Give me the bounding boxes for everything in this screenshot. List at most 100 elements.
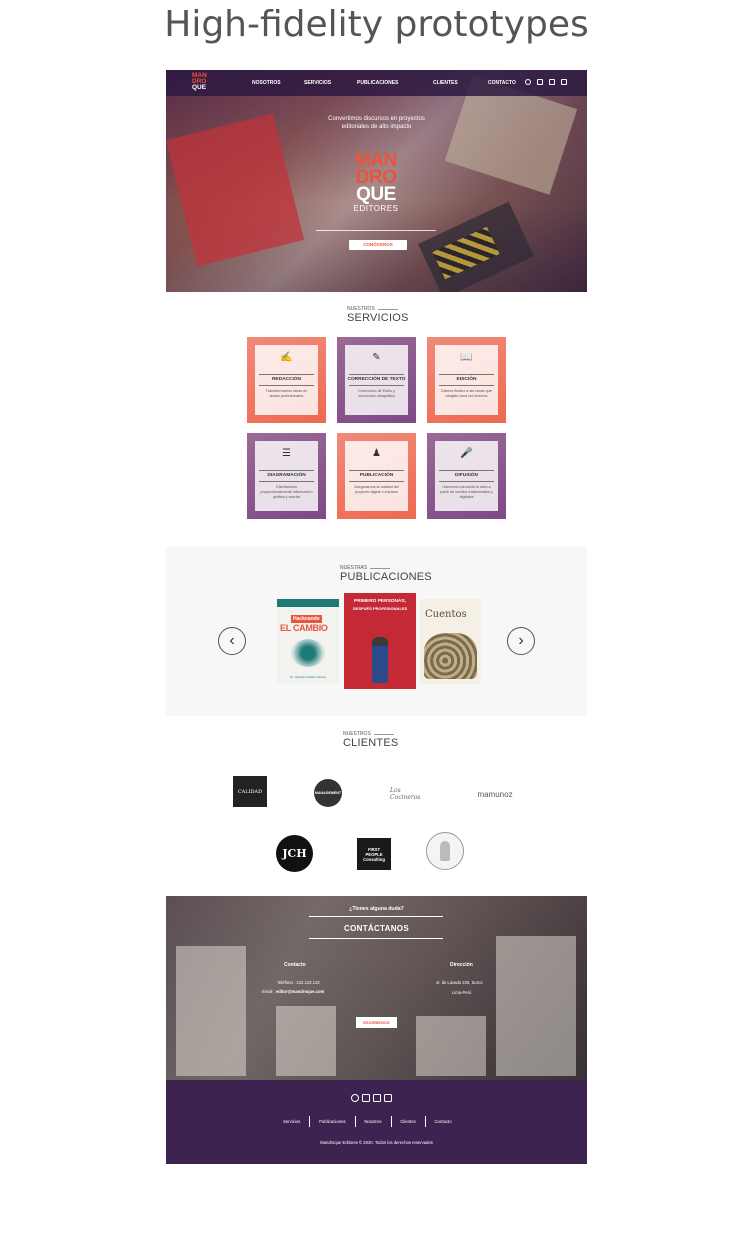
footer-link-clientes[interactable]: Clientes (391, 1119, 425, 1124)
contact-question: ¿Tienes alguna duda? (349, 906, 404, 912)
divider (259, 374, 314, 375)
footer-copyright: Mandroque Editores © 2020. Todos los der… (320, 1140, 433, 1145)
book-title-top: Cuentos (425, 609, 467, 620)
facebook-icon[interactable] (537, 79, 543, 85)
divider (439, 374, 494, 375)
nav-item-contacto[interactable]: CONTACTO (488, 80, 516, 86)
person-silhouette-icon (440, 841, 450, 861)
divider (349, 481, 404, 482)
page-title: High-fidelity prototypes (164, 4, 589, 45)
linkedin-icon[interactable] (384, 1094, 392, 1102)
hero-tagline-line: editoriales de alto impacto (341, 124, 412, 130)
client-logo-calidad: CALIDAD (233, 776, 267, 807)
hero-tagline: Convertimos discursos en proyectos edito… (166, 115, 587, 131)
chevron-right-icon: › (518, 632, 524, 649)
service-name: DIAGRAMACIÓN (267, 473, 306, 478)
divider (259, 385, 314, 386)
nav-item-clientes[interactable]: CLIENTES (433, 80, 488, 86)
conocenos-button[interactable]: CONÓCENOS (349, 240, 407, 250)
service-name: EDICIÓN (456, 377, 477, 382)
book-cover-art (424, 633, 477, 679)
client-logo-cocineros: Los Cocineros (390, 782, 430, 806)
contact-phone: Teléfono : 123 123 123 (277, 980, 320, 985)
carousel-next-button[interactable]: › (507, 627, 535, 655)
contact-email-link[interactable]: editor@mandroque.com (276, 989, 324, 994)
client-logo-management: MANAGEMENT (309, 778, 347, 808)
divider (439, 470, 494, 471)
client-logo-text: Los Cocineros (390, 787, 421, 801)
contact-address-line: Lima-Perú (452, 990, 472, 995)
services-heading: NUESTROS SERVICIOS (347, 306, 447, 324)
footer-link-servicios[interactable]: Servicios (274, 1119, 309, 1124)
divider (349, 385, 404, 386)
service-desc: Aseguramos la calidad del proyecto digit… (354, 485, 399, 494)
contact-col-heading: Dirección (450, 962, 473, 968)
contact-divider-bottom (309, 938, 443, 939)
carousel-prev-button[interactable]: ‹ (218, 627, 246, 655)
book-cover-cuentos[interactable]: Cuentos (420, 599, 481, 684)
nav-item-nosotros[interactable]: NOSOTROS (252, 80, 304, 86)
nav-item-publicaciones[interactable]: PUBLICACIONES (357, 80, 433, 86)
service-desc: Corrección de Estilo y corrección ortogr… (358, 389, 395, 398)
footer-link-nosotros[interactable]: Nosotros (355, 1119, 390, 1124)
service-name: DIFUSIÓN (455, 473, 478, 478)
linkedin-icon[interactable] (561, 79, 567, 85)
book-cover-figure (372, 637, 388, 683)
publications-heading: NUESTRAS PUBLICACIONES (340, 565, 460, 583)
service-name: PUBLICACIÓN (359, 473, 394, 478)
service-card-inner: 📖 EDICIÓN Damos fluidez a las ideas que … (435, 345, 498, 415)
service-card-inner: ♟ PUBLICACIÓN Aseguramos la calidad del … (345, 441, 408, 511)
escribenos-button[interactable]: ESCRÍBENOS (356, 1017, 397, 1028)
contact-address-line: Jr. de Lavado 225, Surco (436, 980, 483, 985)
facebook-icon[interactable] (362, 1094, 370, 1102)
service-card-correccion[interactable]: ✎ CORRECCIÓN DE TEXTO Corrección de Esti… (337, 337, 416, 423)
instagram-icon[interactable] (549, 79, 555, 85)
service-card-inner: ✎ CORRECCIÓN DE TEXTO Corrección de Esti… (345, 345, 408, 415)
book-title-top: Hackeando (291, 615, 322, 623)
divider (349, 374, 404, 375)
hero-logo: MAN DRO QUE EDITORES (346, 151, 406, 213)
client-logo-first-people: FIRST PEOPLE Consulting (357, 838, 391, 870)
footer-social-icons (351, 1094, 392, 1102)
footer-link-contacto[interactable]: Contacto (425, 1119, 460, 1124)
navbar: MAN DRO QUE NOSOTROS SERVICIOS PUBLICACI… (166, 70, 587, 96)
footer: Servicios Publicaciones Nosotros Cliente… (166, 1080, 587, 1164)
divider (259, 470, 314, 471)
instagram-icon[interactable] (373, 1094, 381, 1102)
divider (439, 385, 494, 386)
divider (439, 481, 494, 482)
edit-document-icon: ✎ (372, 352, 381, 363)
publications-title: PUBLICACIONES (340, 571, 432, 583)
service-card-publicacion[interactable]: ♟ PUBLICACIÓN Aseguramos la calidad del … (337, 433, 416, 519)
hero-tagline-line: Convertimos discursos en proyectos (328, 116, 425, 122)
bg-building (496, 936, 576, 1076)
whatsapp-icon[interactable] (525, 79, 531, 85)
hero-book-left (166, 113, 305, 267)
book-title-big: DESPUÉS PROFESIONALES (352, 606, 408, 611)
nav-item-servicios[interactable]: SERVICIOS (304, 80, 357, 86)
chevron-left-icon: ‹ (229, 632, 235, 649)
service-card-edicion[interactable]: 📖 EDICIÓN Damos fluidez a las ideas que … (427, 337, 506, 423)
books-person-icon: ♟ (372, 448, 381, 459)
client-logo-text: FIRST PEOPLE Consulting (363, 846, 385, 862)
nav-logo[interactable]: MAN DRO QUE (192, 72, 212, 91)
client-logo-mamunoz: mamunoz (468, 784, 522, 804)
divider (349, 470, 404, 471)
bg-building (276, 1006, 336, 1076)
book-cover-hackeando[interactable]: Hackeando EL CAMBIO Dr. Hamilton Muñoz R… (277, 599, 339, 684)
book-cover-primero-personas[interactable]: PRIMERO PERSONAS, DESPUÉS PROFESIONALES (344, 593, 416, 689)
nav-social-icons (525, 79, 567, 85)
hero-section: MAN DRO QUE NOSOTROS SERVICIOS PUBLICACI… (166, 70, 587, 292)
service-card-difusion[interactable]: 🎤 DIFUSIÓN Hacemos conocida tu obra a pa… (427, 433, 506, 519)
nav-logo-line: QUE (192, 84, 207, 91)
footer-link-publicaciones[interactable]: Publicaciones (310, 1119, 355, 1124)
service-card-redaccion[interactable]: ✍ REDACCIÓN Transformamos ideas en texto… (247, 337, 326, 423)
service-card-inner: 🎤 DIFUSIÓN Hacemos conocida tu obra a pa… (435, 441, 498, 511)
service-desc: Hacemos conocida tu obra a partir de med… (440, 485, 493, 499)
service-card-diagramacion[interactable]: ☰ DIAGRAMACIÓN Distribuimos proporcional… (247, 433, 326, 519)
client-logo-management-circle: MANAGEMENT (314, 779, 342, 807)
client-logo-jch: JCH (276, 835, 313, 872)
book-title-big: EL CAMBIO (280, 623, 328, 633)
hero-logo-subtitle: EDITORES (353, 204, 399, 213)
whatsapp-icon[interactable] (351, 1094, 359, 1102)
